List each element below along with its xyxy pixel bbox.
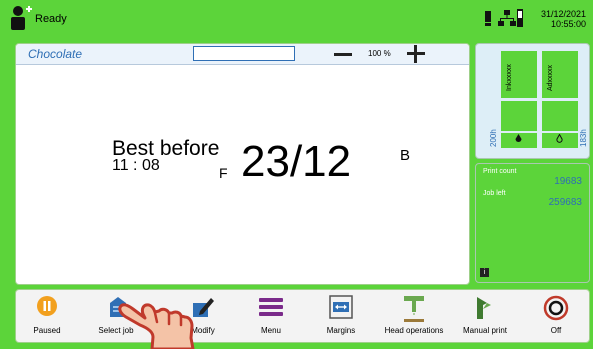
margins-icon [329, 295, 353, 319]
consumable-icon[interactable] [516, 9, 524, 27]
manual-print-label: Manual print [462, 326, 508, 335]
additive-drop-icon [556, 134, 563, 143]
paused-label: Paused [33, 326, 61, 335]
time-text: 10:55:00 [550, 19, 586, 29]
job-left-label: Job left [483, 190, 506, 197]
message-text-time[interactable]: 11 : 08 [112, 157, 160, 175]
power-off-icon [543, 295, 569, 321]
info-icon[interactable]: i [480, 268, 489, 277]
additive-gauge-divider [542, 98, 578, 101]
message-marker-b[interactable]: B [400, 147, 410, 164]
alarm-icon[interactable] [484, 11, 492, 26]
ink-label: Inkxxxxx [506, 64, 513, 91]
field-input[interactable] [193, 46, 295, 61]
job-name: Chocolate [28, 47, 83, 61]
manual-print-button[interactable]: Manual print [453, 290, 517, 342]
date-text: 31/12/2021 [540, 9, 586, 19]
bottom-toolbar: Paused Select job Modify Menu Margins He… [15, 289, 590, 343]
head-operations-icon [404, 296, 424, 322]
ink-drop-icon [515, 134, 522, 142]
status-text: Ready [35, 13, 67, 25]
date-time: 31/12/2021 10:55:00 [538, 9, 586, 29]
message-marker-f[interactable]: F [219, 165, 228, 181]
print-count-value: 19683 [554, 176, 582, 187]
off-button[interactable]: Off [530, 290, 582, 342]
zoom-level: 100 % [368, 49, 391, 58]
message-text-date[interactable]: 23/12 [241, 137, 351, 187]
pointing-hand-icon [118, 303, 195, 349]
job-left-value: 259683 [548, 197, 582, 208]
message-editor[interactable]: Chocolate 100 % Best before 11 : 08 F 23… [15, 43, 470, 285]
top-bar: Ready 31/12/2021 10:55:00 [0, 0, 593, 38]
operator-icon[interactable] [9, 5, 33, 31]
head-operations-label: Head operations [384, 326, 444, 335]
consumables-panel[interactable]: Inkxxxxx Adxxxxx 200h 183h [475, 43, 590, 159]
margins-label: Margins [326, 326, 356, 335]
manual-print-icon [477, 297, 491, 319]
network-icon[interactable] [498, 10, 516, 27]
additive-label: Adxxxxx [547, 64, 554, 91]
zoom-out-button[interactable] [334, 53, 352, 56]
off-label: Off [550, 326, 562, 335]
additive-hours: 183h [579, 129, 588, 147]
print-count-label: Print count [483, 168, 517, 175]
counters-panel[interactable]: Print count 19683 Job left 259683 i [475, 163, 590, 283]
menu-icon [259, 298, 283, 316]
editor-header: Chocolate 100 % [16, 44, 469, 65]
menu-label: Menu [260, 326, 281, 335]
ink-hours: 200h [489, 129, 498, 147]
paused-button[interactable]: Paused [16, 290, 78, 342]
menu-button[interactable]: Menu [246, 290, 296, 342]
head-operations-button[interactable]: Head operations [374, 290, 454, 342]
zoom-in-button[interactable] [405, 44, 427, 64]
margins-button[interactable]: Margins [316, 290, 366, 342]
pause-icon [37, 296, 57, 316]
ink-gauge-divider [501, 98, 537, 101]
